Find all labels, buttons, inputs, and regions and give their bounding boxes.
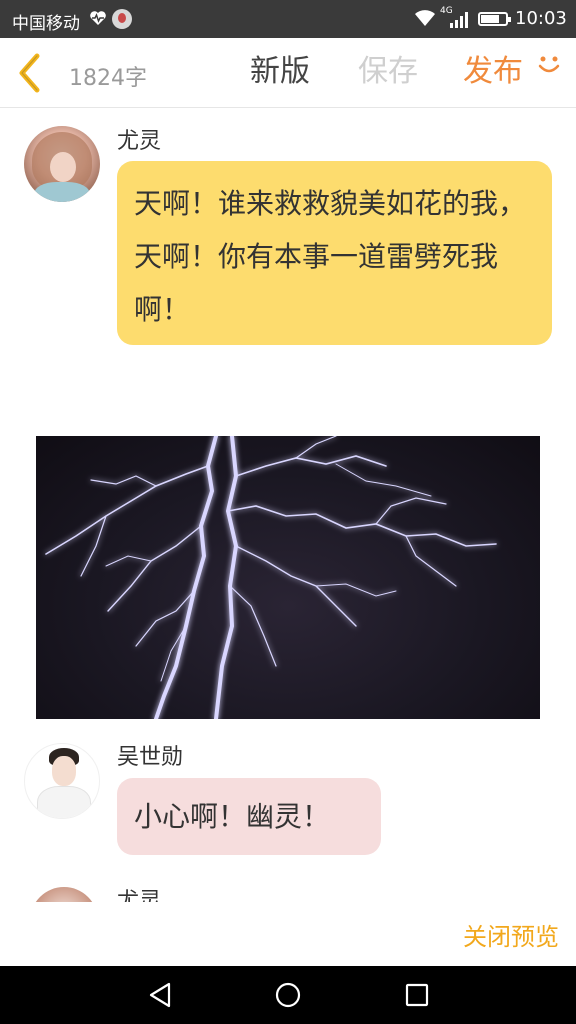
- wifi-icon: [415, 10, 435, 26]
- chevron-left-icon: [19, 53, 40, 93]
- chat-preview[interactable]: 尤灵 天啊！谁来救救貌美如花的我，天啊！你有本事一道雷劈死我啊！ 吴世勋 小心啊…: [0, 109, 576, 902]
- new-version-button[interactable]: 新版: [250, 52, 310, 92]
- message-bubble: 天啊！谁来救救貌美如花的我，天啊！你有本事一道雷劈死我啊！: [117, 161, 552, 345]
- nav-recent-icon[interactable]: [402, 980, 432, 1010]
- signal-icon: [450, 12, 468, 28]
- battery-icon: [478, 12, 511, 26]
- sender-name: 尤灵: [117, 889, 162, 902]
- word-count: 1824字: [69, 66, 147, 91]
- status-time: 10:03: [515, 8, 567, 29]
- heart-monitor-icon: [90, 11, 106, 25]
- editor-toolbar: 1824字 新版 保存 发布: [0, 38, 576, 108]
- carrier-label: 中国移动: [12, 14, 80, 34]
- avatar[interactable]: [30, 887, 98, 902]
- lightning-photo: [36, 436, 540, 719]
- sender-name: 尤灵: [117, 129, 162, 154]
- sender-name: 吴世勋: [117, 745, 184, 770]
- status-bar: 中国移动 4G 10:03: [0, 0, 576, 38]
- back-button[interactable]: [10, 52, 50, 94]
- nav-home-icon[interactable]: [273, 980, 303, 1010]
- message-bubble: 小心啊！幽灵！: [117, 778, 381, 855]
- save-button[interactable]: 保存: [358, 52, 418, 92]
- avatar[interactable]: [24, 743, 100, 819]
- avatar[interactable]: [24, 126, 100, 202]
- system-nav-bar: [0, 966, 576, 1024]
- publish-button[interactable]: 发布: [463, 52, 523, 92]
- nav-back-icon[interactable]: [145, 980, 175, 1010]
- close-preview-button[interactable]: 关闭预览: [463, 917, 559, 952]
- smile-icon: [538, 56, 560, 73]
- app-notification-icon: [112, 9, 132, 29]
